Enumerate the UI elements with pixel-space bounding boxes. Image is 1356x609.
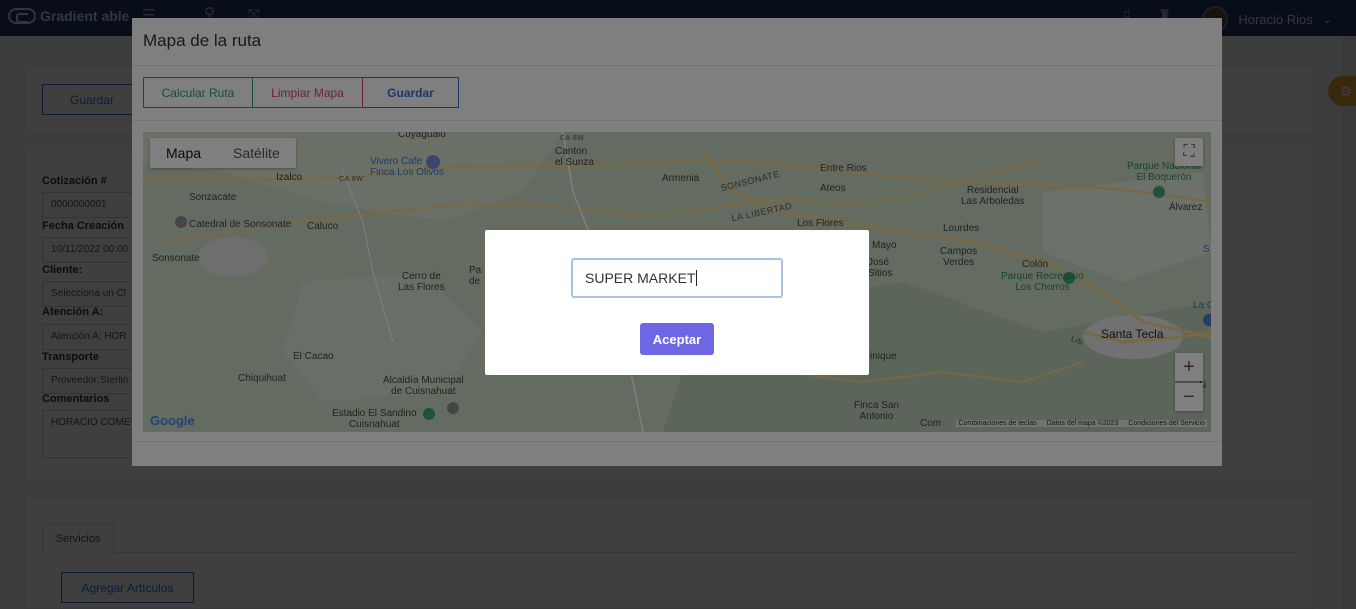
text-caret	[696, 270, 698, 286]
prompt-input[interactable]: SUPER MARKET	[571, 258, 783, 298]
prompt-dialog: SUPER MARKET Aceptar	[485, 230, 869, 375]
prompt-input-value: SUPER MARKET	[585, 270, 696, 286]
accept-button[interactable]: Aceptar	[640, 323, 714, 355]
